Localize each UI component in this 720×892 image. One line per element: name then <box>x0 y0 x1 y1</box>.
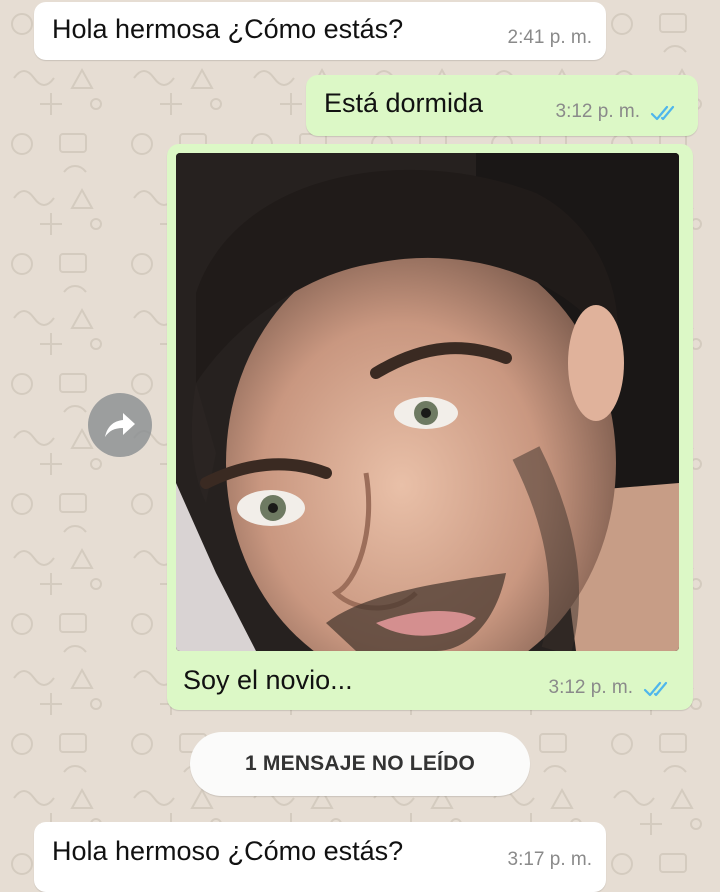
message-bubble-incoming[interactable]: Hola hermoso ¿Cómo estás? 3:17 p. m. <box>34 822 606 892</box>
forward-arrow-icon <box>105 413 135 437</box>
message-text: Está dormida <box>324 88 484 118</box>
image-message-bubble[interactable]: Soy el novio... 3:12 p. m. <box>167 144 693 710</box>
message-timestamp: 3:12 p. m. <box>555 101 641 122</box>
message-bubble-incoming[interactable]: Hola hermosa ¿Cómo estás? 2:41 p. m. <box>34 2 606 60</box>
message-timestamp: 2:41 p. m. <box>507 27 593 48</box>
message-text: Hola hermoso ¿Cómo estás? <box>52 836 404 866</box>
forward-button[interactable] <box>88 393 152 457</box>
double-check-icon <box>650 105 675 121</box>
unread-messages-banner: 1 MENSAJE NO LEÍDO <box>190 732 530 796</box>
unread-banner-label: 1 MENSAJE NO LEÍDO <box>245 752 475 775</box>
message-timestamp: 3:12 p. m. <box>548 677 634 698</box>
message-timestamp: 3:17 p. m. <box>507 849 593 870</box>
message-bubble-outgoing[interactable]: Está dormida 3:12 p. m. <box>306 75 698 136</box>
shared-photo[interactable] <box>176 153 679 651</box>
double-check-icon <box>643 681 668 697</box>
image-caption: Soy el novio... <box>183 665 353 695</box>
message-text: Hola hermosa ¿Cómo estás? <box>52 14 404 44</box>
